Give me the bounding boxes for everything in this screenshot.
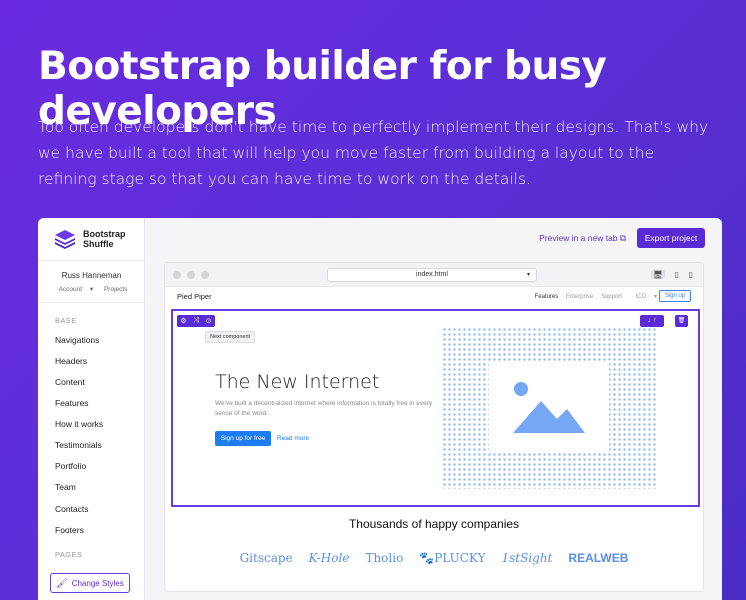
export-project-button[interactable]: Export project (637, 228, 705, 248)
logo-gitscape: Gitscape (239, 551, 293, 565)
sidebar-item-team[interactable]: Team (55, 482, 76, 492)
settings-icon[interactable]: ⚙ (180, 317, 186, 325)
account-label: Account (58, 286, 83, 293)
account-menu[interactable]: Account ▾ (56, 286, 97, 293)
brush-icon: 🖌 (56, 577, 68, 588)
logo-k-hole: K-Hole (308, 551, 350, 565)
section-label-base: BASE (55, 316, 77, 325)
read-more-link[interactable]: Read more (277, 435, 309, 442)
site-link-ico[interactable]: ICO ▾ (630, 294, 657, 300)
caret-down-icon: ▾ (653, 294, 657, 300)
site-brand[interactable]: Pied Piper (177, 292, 212, 301)
image-placeholder (489, 363, 609, 453)
external-link-icon: ⧉ (619, 233, 626, 243)
logo-realweb: REALWEB (568, 551, 629, 565)
mobile-icon[interactable]: ▯ (689, 270, 693, 279)
sidebar-item-how-it-works[interactable]: How it works (55, 419, 103, 429)
company-logos: Gitscape K-Hole Tholio 🐾PLUCKY 1stSight … (165, 551, 703, 565)
brand-line-2: Shuffle (83, 239, 114, 249)
sidebar-item-footers[interactable]: Footers (55, 525, 84, 535)
app-window: Bootstrap Shuffle Russ Hanneman Account … (38, 218, 722, 600)
sidebar-item-portfolio[interactable]: Portfolio (55, 461, 86, 471)
sidebar: Bootstrap Shuffle Russ Hanneman Account … (38, 218, 145, 600)
layers-logo-icon (55, 230, 75, 249)
user-name: Russ Hanneman (61, 271, 122, 280)
arrow-down-icon[interactable]: ↓ (648, 317, 652, 324)
browser-preview: index.html ▾ 🖥 ▯ ▯ Pied Piper Features E… (164, 262, 704, 592)
window-dot (173, 271, 181, 279)
url-text: index.html (416, 271, 448, 278)
sidebar-item-testimonials[interactable]: Testimonials (55, 440, 102, 450)
dotted-pattern (442, 327, 656, 489)
site-link-enterprise[interactable]: Enterprise (566, 294, 593, 300)
selected-component[interactable]: ⚙ ⤨ ⊙ Next component ↓ ↑ 🗑 The New Inter… (171, 309, 700, 507)
tablet-icon[interactable]: ▯ (675, 270, 679, 279)
shuffle-icon[interactable]: ⤨ (193, 317, 199, 325)
caret-down-icon: ▾ (89, 286, 94, 293)
component-heading: The New Internet (215, 371, 380, 393)
preview-link[interactable]: Preview in a new tab ⧉ (539, 233, 626, 244)
change-styles-button[interactable]: 🖌 Change Styles (50, 573, 130, 593)
component-tools: ⚙ ⤨ ⊙ (177, 315, 215, 327)
sidebar-item-features[interactable]: Features (55, 398, 89, 408)
section-label-pages: PAGES (55, 550, 83, 559)
next-icon[interactable]: ⊙ (206, 317, 212, 325)
divider (38, 302, 145, 303)
divider (38, 260, 145, 261)
trash-icon[interactable]: 🗑 (675, 315, 688, 327)
main-panel: Preview in a new tab ⧉ Export project in… (145, 218, 722, 600)
sidebar-item-navigations[interactable]: Navigations (55, 335, 99, 345)
site-link-support[interactable]: Support (601, 294, 622, 300)
desktop-icon[interactable]: 🖥 (650, 270, 665, 279)
logo-plucky: 🐾PLUCKY (419, 551, 485, 565)
companies-title: Thousands of happy companies (348, 517, 520, 531)
site-nav-links: Features Enterprise Support ICO ▾ (529, 293, 657, 300)
ico-label: ICO (635, 294, 647, 300)
projects-link[interactable]: Projects (104, 286, 127, 293)
hero-description: Too often developers don't have time to … (38, 118, 709, 188)
change-styles-label: Change Styles (71, 578, 124, 588)
brand-line-1: Bootstrap (83, 229, 126, 239)
logo-1stsight: 1stSight (501, 551, 553, 565)
window-dot (187, 271, 195, 279)
sidebar-item-contacts[interactable]: Contacts (55, 504, 89, 514)
sidebar-item-headers[interactable]: Headers (55, 356, 87, 366)
move-buttons: ↓ ↑ (640, 315, 664, 327)
signup-free-button[interactable]: Sign up for free (215, 431, 271, 446)
paw-icon: 🐾 (419, 551, 435, 565)
site-link-features[interactable]: Features (535, 294, 559, 300)
page-select[interactable]: index.html ▾ (327, 268, 537, 282)
caret-down-icon: ▾ (526, 272, 530, 278)
browser-bar: index.html ▾ 🖥 ▯ ▯ (165, 263, 703, 287)
logo-tholio: Tholio (365, 551, 404, 565)
tooltip: Next component (205, 331, 256, 343)
arrow-up-icon[interactable]: ↑ (653, 317, 657, 324)
user-links: Account ▾ Projects (38, 285, 145, 293)
brand[interactable]: Bootstrap Shuffle (54, 228, 126, 250)
preview-label: Preview in a new tab (539, 233, 618, 243)
image-icon (513, 382, 585, 433)
plucky-text: PLUCKY (434, 551, 486, 565)
site-navbar: Pied Piper Features Enterprise Support I… (165, 287, 703, 307)
component-text: We've built a decentralized internet whe… (215, 400, 433, 417)
site-signup-button[interactable]: Sign up (659, 290, 691, 302)
window-dot (201, 271, 209, 279)
sidebar-item-content[interactable]: Content (55, 377, 85, 387)
